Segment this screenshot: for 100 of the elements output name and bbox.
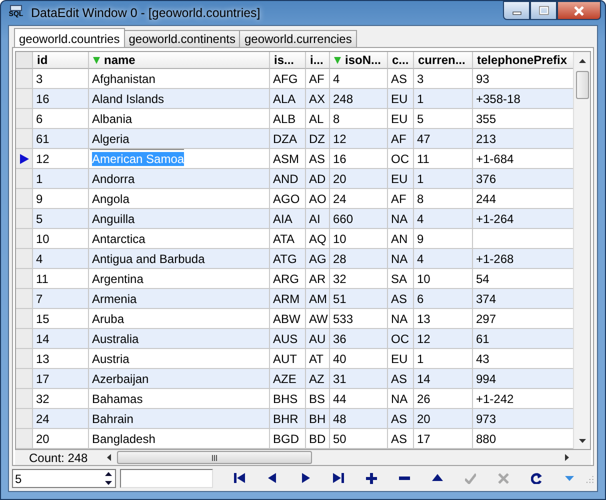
scroll-thumb[interactable] <box>576 71 588 99</box>
table-cell: 248 <box>330 89 388 109</box>
table-cell: ALA <box>270 89 306 109</box>
table-cell: 4 <box>414 209 473 229</box>
table-cell: AZE <box>270 369 306 389</box>
table-cell: 20 <box>414 409 473 429</box>
table-cell: Anguilla <box>89 209 270 229</box>
table-cell: +358-18 <box>473 89 573 109</box>
table-cell: AU <box>306 329 330 349</box>
table-cell: 5 <box>33 209 89 229</box>
scroll-left-icon[interactable] <box>107 454 111 461</box>
tab[interactable]: geoworld.currencies <box>239 30 357 47</box>
table-cell: 994 <box>473 369 573 389</box>
table-cell: Aland Islands <box>89 89 270 109</box>
table-cell: NA <box>388 209 414 229</box>
table-cell: Bahrain <box>89 409 270 429</box>
table-cell: Armenia <box>89 289 270 309</box>
table-cell: EU <box>388 169 414 189</box>
table-cell: AS <box>388 409 414 429</box>
table-cell: AS <box>388 289 414 309</box>
table-cell: BGD <box>270 429 306 449</box>
table-cell: DZ <box>306 129 330 149</box>
table-cell: 660 <box>330 209 388 229</box>
table-cell: NA <box>388 249 414 269</box>
table-cell: 31 <box>330 369 388 389</box>
row-indicator[interactable] <box>16 149 33 169</box>
spin-field[interactable]: 5 <box>12 469 116 488</box>
column-header[interactable]: curren... <box>414 52 473 69</box>
table-cell: Bangladesh <box>89 429 270 449</box>
column-header[interactable]: is... <box>270 52 306 69</box>
table-cell: ARM <box>270 289 306 309</box>
table-cell: 61 <box>33 129 89 149</box>
table-cell: 14 <box>33 329 89 349</box>
spin-down-icon[interactable] <box>105 480 112 485</box>
window-title: DataEdit Window 0 - [geoworld.countries] <box>31 6 262 20</box>
refresh-icon[interactable] <box>531 473 542 484</box>
resize-grip-icon[interactable] <box>586 474 594 482</box>
table-cell: 1 <box>414 169 473 189</box>
table-cell: 48 <box>330 409 388 429</box>
table-cell: 7 <box>33 289 89 309</box>
table-cell: 20 <box>33 429 89 449</box>
table-cell: 28 <box>330 249 388 269</box>
table-cell: 213 <box>473 129 573 149</box>
first-record-icon[interactable] <box>234 473 246 484</box>
table-cell: AM <box>306 289 330 309</box>
table-cell: +1-264 <box>473 209 573 229</box>
prior-record-icon[interactable] <box>267 473 278 484</box>
column-label: isoN... <box>345 53 382 67</box>
tab[interactable]: geoworld.continents <box>124 30 240 47</box>
table-cell: 16 <box>33 89 89 109</box>
table-cell: 14 <box>414 369 473 389</box>
table-cell: 50 <box>330 429 388 449</box>
table-cell: ATG <box>270 249 306 269</box>
table-cell: Andorra <box>89 169 270 189</box>
next-record-icon[interactable] <box>300 473 312 484</box>
spin-up-icon[interactable] <box>105 472 112 476</box>
column-header[interactable]: c... <box>388 52 414 69</box>
table-cell: Azerbaijan <box>89 369 270 389</box>
table-cell: 47 <box>414 129 473 149</box>
column-header[interactable]: i... <box>306 52 330 69</box>
table-cell: Algeria <box>89 129 270 149</box>
table-cell: AZ <box>306 369 330 389</box>
maximize-icon <box>538 6 548 15</box>
table-cell: BD <box>306 429 330 449</box>
table-cell: 374 <box>473 289 573 309</box>
table-cell: 973 <box>473 409 573 429</box>
scroll-thumb[interactable] <box>117 451 312 464</box>
record-count: Count: 248 <box>28 450 89 464</box>
table-cell: EU <box>388 89 414 109</box>
table-cell: 12 <box>330 129 388 149</box>
last-record-icon[interactable] <box>333 473 344 484</box>
close-icon <box>573 6 585 16</box>
input-field[interactable] <box>120 469 214 488</box>
column-header[interactable]: id <box>33 52 89 69</box>
table-cell: DZA <box>270 129 306 149</box>
close-button[interactable] <box>557 1 601 20</box>
grip-icon <box>212 454 218 460</box>
vertical-scrollbar[interactable] <box>573 52 590 449</box>
table-cell: 4 <box>33 249 89 269</box>
table-cell: 376 <box>473 169 573 189</box>
plus-icon[interactable] <box>366 473 378 484</box>
table-cell: 36 <box>330 329 388 349</box>
scroll-up-icon[interactable] <box>578 58 586 62</box>
tab[interactable]: geoworld.countries <box>14 28 125 47</box>
table-cell: Australia <box>89 329 270 349</box>
table-cell: AUS <box>270 329 306 349</box>
scroll-down-icon[interactable] <box>578 438 586 442</box>
maximize-button[interactable] <box>530 1 557 20</box>
column-header[interactable]: telephonePrefix <box>473 52 573 69</box>
table-cell: OC <box>388 329 414 349</box>
table-cell: 61 <box>473 329 573 349</box>
table-cell: AG <box>306 249 330 269</box>
table-cell: 1 <box>414 89 473 109</box>
column-label: name <box>104 53 136 67</box>
table-cell: BHR <box>270 409 306 429</box>
up-triangle-icon[interactable] <box>432 473 444 484</box>
scroll-right-icon[interactable] <box>565 454 569 461</box>
table-cell: 17 <box>33 369 89 389</box>
minimize-button[interactable] <box>503 1 530 20</box>
table-cell: 20 <box>330 169 388 189</box>
